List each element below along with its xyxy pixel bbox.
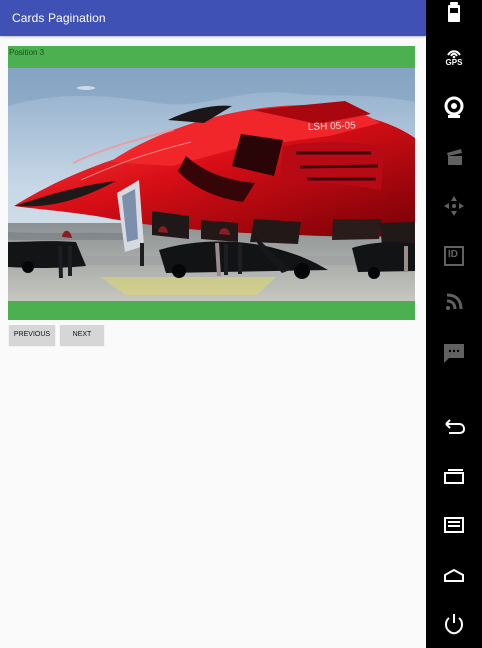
message-icon[interactable]: [442, 341, 466, 365]
app-title: Cards Pagination: [12, 11, 106, 25]
pagination-card[interactable]: Position 3 LSH 05-05: [8, 46, 415, 320]
next-button[interactable]: NEXT: [60, 325, 104, 345]
gps-label: GPS: [445, 58, 463, 67]
app-toolbar: Cards Pagination: [0, 0, 426, 36]
menu-icon[interactable]: [442, 516, 466, 534]
directional-pad-icon[interactable]: [442, 194, 466, 218]
rss-feed-icon[interactable]: [443, 291, 465, 313]
android-emulator-screen: Cards Pagination Position 3 LSH 05-05 PR…: [0, 0, 482, 648]
cards-pagination-app: Cards Pagination Position 3 LSH 05-05 PR…: [0, 0, 426, 648]
emulator-side-controls: GPS ID: [426, 0, 482, 648]
previous-button[interactable]: PREVIOUS: [9, 325, 55, 345]
home-icon[interactable]: [442, 566, 466, 584]
id-card-label: ID: [448, 249, 458, 260]
id-card-icon[interactable]: ID: [443, 245, 465, 267]
position-label: Position 3: [9, 48, 45, 57]
ship-marking: LSH 05-05: [308, 120, 357, 133]
camera-icon[interactable]: [443, 96, 465, 120]
battery-icon: [448, 2, 460, 22]
spaceship-card-image: LSH 05-05: [8, 68, 415, 301]
red-spaceship-illustration: LSH 05-05: [8, 68, 415, 301]
recent-apps-icon[interactable]: [442, 468, 466, 486]
back-icon[interactable]: [442, 418, 466, 436]
power-icon[interactable]: [442, 611, 466, 637]
clapperboard-icon[interactable]: [443, 146, 465, 168]
